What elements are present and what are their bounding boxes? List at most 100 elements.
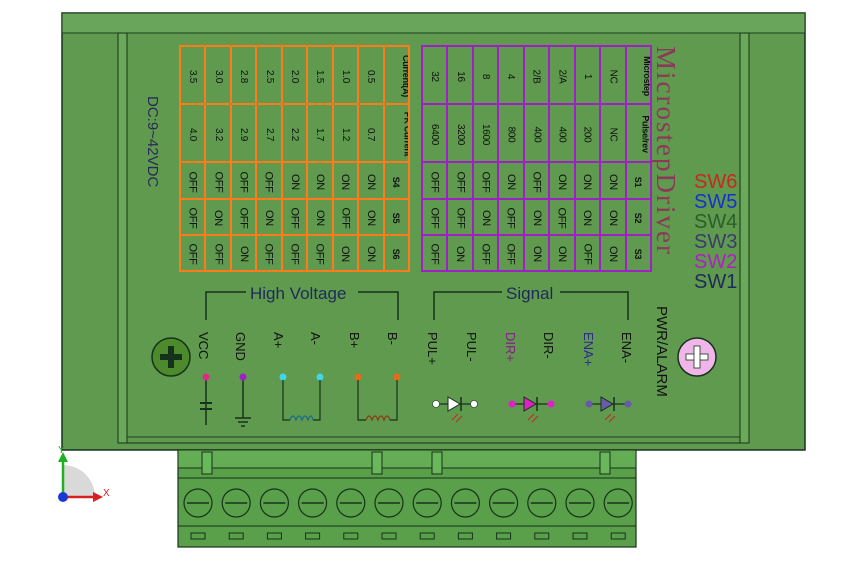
table-cell: 3.0 [204,45,232,105]
high-voltage-label: High Voltage [250,284,347,303]
header-text: S3 [633,248,644,260]
pin-label: DIR- [541,332,556,359]
pin-label: A- [308,332,323,345]
cell-value: OFF [505,207,518,229]
cell-value: 2.5 [263,69,275,84]
cell-value: ON [263,210,276,226]
table-field-row: OFF OFF ON OFF ON OFF ON ON S2 [420,198,652,236]
cell-value: OFF [428,243,441,265]
table-cell: OFF [573,234,602,272]
cell-value: ON [530,246,543,262]
switch-label: SW4 [694,211,738,233]
table-cell: 32 [420,45,449,105]
cell-value: ON [505,173,518,190]
table-field-row: OFF OFF OFF OFF ON ON ON ON S4 [178,161,410,200]
left-rail [117,32,128,444]
table-header-cell: S4 [382,161,410,200]
cell-value: OFF [212,243,225,265]
axis-x-label: X [103,488,110,499]
table-cell: ON [599,234,627,272]
signal-label: Signal [506,284,554,303]
table-cell: ON [522,234,551,272]
pin-label: ENA- [619,332,634,364]
table-cell: OFF [548,198,576,236]
table-cell: 4 [497,45,525,105]
table-field-row: OFF OFF ON OFF OFF OFF ON ON S6 [178,234,410,272]
table-cell: OFF [497,234,525,272]
cell-value: 400 [556,126,568,143]
cell-value: 0.5 [365,69,377,84]
table-cell: ON [497,161,525,200]
table-field-row: OFF ON OFF OFF ON ON OFF ON S3 [420,234,652,272]
terminal-latch [201,451,213,475]
pin-label: PUL+ [425,332,440,365]
cell-value: OFF [186,243,199,265]
board-top-rim [61,12,806,34]
pin-label: VCC [196,332,211,360]
table-cell: 0.7 [357,103,385,163]
pin-label: A+ [271,332,286,349]
table-cell: ON [357,234,385,272]
table-cell: 8 [471,45,500,105]
table-cell: 1.7 [306,103,334,163]
table-field-row: 6400 3200 1600 800 400 400 200 NC Pulse/rev [420,103,652,163]
cell-value: 8 [480,73,492,80]
table-cell: 2.5 [255,45,283,105]
cell-value: 800 [505,126,517,143]
table-header-cell: Current(A) [382,45,410,105]
cell-value: ON [339,246,352,262]
cell-value: 32 [429,71,441,82]
table-cell: 1.5 [306,45,334,105]
terminal-latch [431,451,443,475]
cell-value: ON [288,173,301,190]
switch-label: SW1 [694,271,738,293]
cell-value: 1.7 [314,127,326,142]
cell-value: OFF [263,243,276,265]
terminal-latch [599,451,611,475]
cell-value: ON [364,246,377,262]
switch-label: SW5 [694,191,738,213]
left-screw-icon [151,337,191,377]
cell-value: ON [313,173,326,190]
table-field-row: 4.0 3.2 2.9 2.7 2.2 1.7 1.2 0.7 PK Current [178,103,410,163]
cell-value: ON [313,210,326,226]
cell-value: 200 [581,126,593,143]
cell-value: 2.7 [263,127,275,142]
current-settings-table: 3.5 3.0 2.8 2.5 2.0 1.5 1.0 0.5 Current(A) 4.0 3.2… [178,45,410,272]
cell-value: 2.9 [238,127,250,142]
cell-value: OFF [186,207,199,229]
table-cell: ON [306,198,334,236]
cell-value: 2.2 [288,127,300,142]
table-cell: OFF [255,234,283,272]
cell-value: ON [581,210,594,226]
table-cell: 800 [497,103,525,163]
voltage-label: DC:9~42VDC [144,96,161,188]
cell-value: 4 [505,73,517,80]
table-header-cell: Microstep [624,45,652,105]
table-cell: 3.2 [204,103,232,163]
header-text: S6 [391,248,402,260]
cell-value: OFF [313,243,326,265]
cell-value: OFF [505,243,518,265]
table-cell: NC [599,45,627,105]
cell-value: OFF [530,170,543,193]
cell-value: 3.2 [212,127,224,142]
table-header-cell: S5 [382,198,410,236]
terminal-top-band [177,449,637,469]
table-header-cell: S2 [624,198,652,236]
cell-value: ON [237,246,250,262]
cell-value: OFF [237,207,250,229]
table-cell: OFF [446,198,474,236]
table-cell: OFF [280,234,309,272]
table-cell: OFF [420,161,449,200]
table-cell: OFF [522,161,551,200]
cell-value: 2.8 [238,69,250,84]
table-cell: 2.9 [229,103,258,163]
table-cell: OFF [178,161,207,200]
cell-value: 400 [530,126,542,143]
cell-value: ON [479,210,492,226]
table-cell: ON [471,198,500,236]
table-field-row: OFF ON OFF ON OFF ON OFF ON S5 [178,198,410,236]
table-cell: ON [599,161,627,200]
table-cell: ON [255,198,283,236]
